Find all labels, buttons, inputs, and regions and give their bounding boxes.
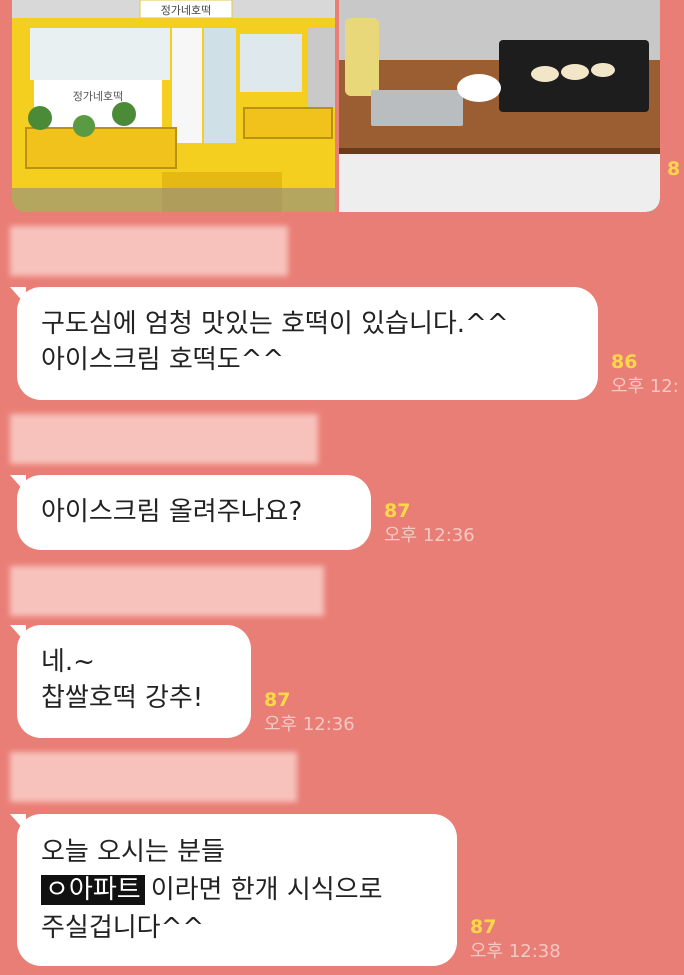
read-count: 87 (264, 689, 291, 711)
message-bubble[interactable]: 네.~ 찹쌀호떡 강추! (10, 625, 251, 738)
store-sign-text: 정가네호떡 (161, 4, 212, 17)
message-bubble[interactable]: 오늘 오시는 분들 ㅇ아파트 이라면 한개 시식으로 주실겁니다^^ (10, 814, 457, 966)
message-meta: 86 오후 12: (611, 350, 679, 400)
message-text: 이라면 한개 시식으로 (150, 875, 383, 905)
read-count: 86 (611, 351, 638, 373)
message-text: 아이스크림 올려주나요? (41, 497, 303, 527)
sender-name-redacted (10, 752, 297, 802)
message-meta: 87 오후 12:36 (384, 499, 475, 549)
window-sign-text: 정가네호떡 (73, 90, 124, 103)
message-line-with-highlight: ㅇ아파트 이라면 한개 시식으로 (41, 871, 433, 909)
sender-name-redacted (10, 414, 318, 464)
message-meta: 87 오후 12:38 (470, 915, 561, 965)
photo-griddle[interactable] (339, 0, 660, 212)
message-time: 오후 12: (611, 376, 679, 397)
sender-name-redacted (10, 226, 288, 276)
read-count: 87 (470, 916, 497, 938)
message-text: 찹쌀호떡 강추! (41, 683, 204, 713)
message-text: 오늘 오시는 분들 (41, 837, 225, 867)
message-text: 구도심에 엄청 맛있는 호떡이 있습니다.^^ (41, 309, 509, 339)
read-count: 8 (667, 158, 681, 180)
griddle-image (339, 0, 660, 212)
message-time: 오후 12:36 (264, 714, 355, 735)
shared-photos[interactable]: 정가네호떡 정가네호떡 (12, 0, 660, 212)
photo-storefront[interactable]: 정가네호떡 정가네호떡 (12, 0, 335, 212)
message-text: 주실겁니다^^ (41, 913, 205, 943)
message-bubble[interactable]: 구도심에 엄청 맛있는 호떡이 있습니다.^^ 아이스크림 호떡도^^ (10, 287, 598, 400)
message-meta: 87 오후 12:36 (264, 688, 355, 738)
message-time: 오후 12:38 (470, 941, 561, 962)
message-time: 오후 12:36 (384, 525, 475, 546)
sender-name-redacted (10, 566, 324, 616)
storefront-image: 정가네호떡 정가네호떡 (12, 0, 335, 212)
message-bubble[interactable]: 아이스크림 올려주나요? (10, 475, 371, 550)
read-count: 87 (384, 500, 411, 522)
message-text: 아이스크림 호떡도^^ (41, 345, 285, 375)
highlighted-apartment-name: ㅇ아파트 (41, 875, 145, 905)
message-text: 네.~ (41, 647, 95, 677)
